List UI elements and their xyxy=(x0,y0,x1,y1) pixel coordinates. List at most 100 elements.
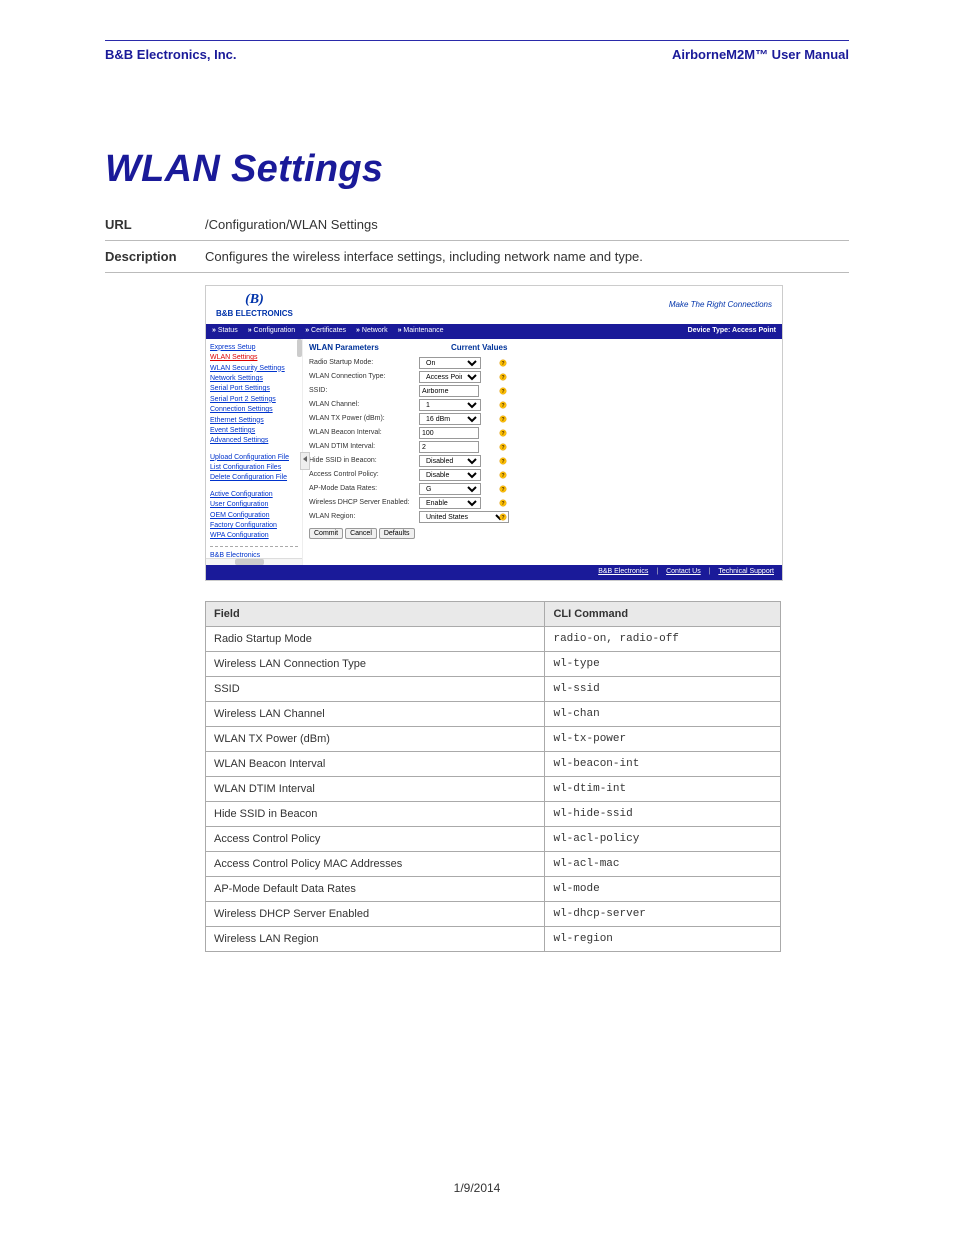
embedded-screenshot: (B) B&B ELECTRONICS Make The Right Conne… xyxy=(205,285,783,581)
sidebar-item-config-files-1[interactable]: List Configuration Files xyxy=(210,463,298,473)
footer-link-support[interactable]: Technical Support xyxy=(718,568,774,575)
param-select[interactable]: Disabled xyxy=(419,455,481,467)
svg-text:?: ? xyxy=(501,375,504,381)
svg-text:?: ? xyxy=(501,389,504,395)
wlan-parameter-row: Hide SSID in Beacon:Disabled? xyxy=(309,454,776,468)
sidebar-horizontal-scrollbar[interactable] xyxy=(206,558,302,565)
commit-button[interactable]: Commit xyxy=(309,528,343,539)
sidebar-item-settings-6[interactable]: Connection Settings xyxy=(210,405,298,415)
param-select[interactable]: United States xyxy=(419,511,509,523)
help-icon[interactable]: ? xyxy=(499,401,507,410)
sidebar-scroll-thumb[interactable] xyxy=(297,339,302,357)
param-select[interactable]: Disable xyxy=(419,469,481,481)
sidebar-item-configurations-0[interactable]: Active Configuration xyxy=(210,490,298,500)
cli-command-table: Field CLI Command Radio Startup Moderadi… xyxy=(205,601,781,952)
param-select[interactable]: G xyxy=(419,483,481,495)
param-input[interactable] xyxy=(419,385,479,397)
current-values-label: Current Values xyxy=(451,343,507,352)
help-icon[interactable]: ? xyxy=(499,359,507,368)
param-label: WLAN Region: xyxy=(309,513,419,521)
footer-link-contact[interactable]: Contact Us xyxy=(666,568,701,575)
sidebar-item-settings-8[interactable]: Event Settings xyxy=(210,426,298,436)
sidebar-item-configurations-4[interactable]: WPA Configuration xyxy=(210,531,298,541)
param-select[interactable]: 16 dBm xyxy=(419,413,481,425)
help-icon[interactable]: ? xyxy=(499,513,507,522)
nav-network[interactable]: Network xyxy=(356,327,388,335)
table-row: Wireless LAN Connection Typewl-type xyxy=(206,651,781,676)
sidebar-item-settings-5[interactable]: Serial Port 2 Settings xyxy=(210,395,298,405)
svg-text:?: ? xyxy=(501,445,504,451)
sidebar-item-settings-2[interactable]: WLAN Security Settings xyxy=(210,364,298,374)
sidebar-item-configurations-3[interactable]: Factory Configuration xyxy=(210,521,298,531)
wlan-parameter-row: WLAN TX Power (dBm):16 dBm? xyxy=(309,412,776,426)
svg-text:?: ? xyxy=(501,501,504,507)
cli-field-cell: Hide SSID in Beacon xyxy=(206,801,545,826)
svg-text:?: ? xyxy=(501,487,504,493)
cancel-button[interactable]: Cancel xyxy=(345,528,377,539)
wlan-parameter-row: SSID:? xyxy=(309,384,776,398)
sidebar-item-settings-4[interactable]: Serial Port Settings xyxy=(210,384,298,394)
tagline: Make The Right Connections xyxy=(669,300,772,310)
sidebar-item-settings-0[interactable]: Express Setup xyxy=(210,343,298,353)
nav-maintenance[interactable]: Maintenance xyxy=(398,327,444,335)
cli-command-cell: wl-acl-policy xyxy=(545,826,781,851)
defaults-button[interactable]: Defaults xyxy=(379,528,415,539)
sidebar-item-config-files-0[interactable]: Upload Configuration File xyxy=(210,453,298,463)
svg-text:?: ? xyxy=(501,473,504,479)
cli-command-cell: wl-type xyxy=(545,651,781,676)
param-input[interactable] xyxy=(419,441,479,453)
sidebar-item-settings-7[interactable]: Ethernet Settings xyxy=(210,416,298,426)
cli-command-cell: wl-dhcp-server xyxy=(545,901,781,926)
nav-certificates[interactable]: Certificates xyxy=(305,327,346,335)
wlan-parameter-row: Wireless DHCP Server Enabled:Enable? xyxy=(309,496,776,510)
help-icon[interactable]: ? xyxy=(499,457,507,466)
param-label: WLAN TX Power (dBm): xyxy=(309,415,419,423)
param-input[interactable] xyxy=(419,427,479,439)
description-label: Description xyxy=(105,241,205,273)
logo: (B) B&B ELECTRONICS xyxy=(216,292,293,318)
sidebar-item-settings-9[interactable]: Advanced Settings xyxy=(210,436,298,446)
sidebar-item-settings-3[interactable]: Network Settings xyxy=(210,374,298,384)
param-label: WLAN DTIM Interval: xyxy=(309,443,419,451)
help-icon[interactable]: ? xyxy=(499,485,507,494)
help-icon[interactable]: ? xyxy=(499,415,507,424)
help-icon[interactable]: ? xyxy=(499,429,507,438)
param-select[interactable]: Enable xyxy=(419,497,481,509)
help-icon[interactable]: ? xyxy=(499,443,507,452)
description-value: Configures the wireless interface settin… xyxy=(205,241,849,273)
top-nav: Status Configuration Certificates Networ… xyxy=(206,324,782,338)
cli-header-command: CLI Command xyxy=(545,601,781,626)
svg-text:?: ? xyxy=(501,431,504,437)
param-select[interactable]: 1 xyxy=(419,399,481,411)
device-type-label: Device Type: Access Point xyxy=(688,327,776,335)
cli-command-cell: wl-chan xyxy=(545,701,781,726)
table-row: Hide SSID in Beaconwl-hide-ssid xyxy=(206,801,781,826)
cli-field-cell: Wireless LAN Region xyxy=(206,926,545,951)
sidebar-item-settings-1[interactable]: WLAN Settings xyxy=(210,353,298,363)
table-row: AP-Mode Default Data Rateswl-mode xyxy=(206,876,781,901)
sidebar-collapse-handle[interactable] xyxy=(300,452,310,470)
sidebar-item-configurations-2[interactable]: OEM Configuration xyxy=(210,511,298,521)
sidebar-item-config-files-2[interactable]: Delete Configuration File xyxy=(210,473,298,483)
help-icon[interactable]: ? xyxy=(499,373,507,382)
param-label: Wireless DHCP Server Enabled: xyxy=(309,499,419,507)
wlan-parameter-row: WLAN Beacon Interval:? xyxy=(309,426,776,440)
param-select[interactable]: On xyxy=(419,357,481,369)
help-icon[interactable]: ? xyxy=(499,499,507,508)
sidebar-item-configurations-1[interactable]: User Configuration xyxy=(210,500,298,510)
wlan-parameter-row: WLAN Region:United States? xyxy=(309,510,776,524)
nav-status[interactable]: Status xyxy=(212,327,238,335)
cli-command-cell: wl-acl-mac xyxy=(545,851,781,876)
help-icon[interactable]: ? xyxy=(499,471,507,480)
table-row: Wireless LAN Regionwl-region xyxy=(206,926,781,951)
param-select[interactable]: Access Point xyxy=(419,371,481,383)
help-icon[interactable]: ? xyxy=(499,387,507,396)
url-value: /Configuration/WLAN Settings xyxy=(205,209,849,241)
cli-field-cell: Access Control Policy MAC Addresses xyxy=(206,851,545,876)
nav-configuration[interactable]: Configuration xyxy=(248,327,295,335)
footer-link-bnb[interactable]: B&B Electronics xyxy=(598,568,648,575)
sidebar: Express SetupWLAN SettingsWLAN Security … xyxy=(206,339,303,565)
meta-table: URL /Configuration/WLAN Settings Descrip… xyxy=(105,209,849,273)
wlan-parameter-row: AP-Mode Data Rates:G? xyxy=(309,482,776,496)
table-row: Wireless DHCP Server Enabledwl-dhcp-serv… xyxy=(206,901,781,926)
